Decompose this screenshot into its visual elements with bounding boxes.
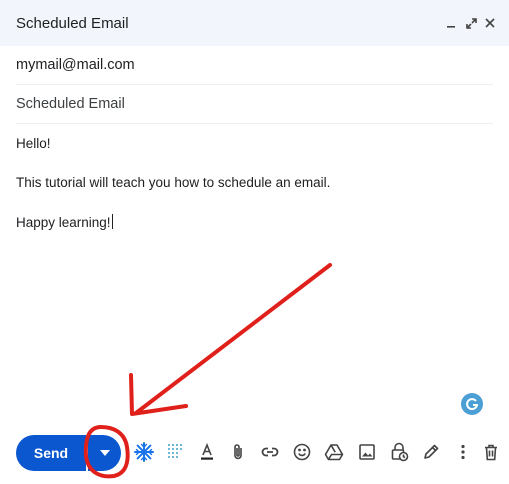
subject-field[interactable]: Scheduled Email (16, 85, 493, 124)
expand-icon[interactable] (461, 12, 481, 34)
body-line: This tutorial will teach you how to sche… (16, 175, 331, 190)
compose-header: Scheduled Email (0, 0, 509, 46)
to-field[interactable]: mymail@mail.com (16, 46, 493, 85)
close-icon[interactable] (480, 12, 500, 34)
to-value: mymail@mail.com (16, 57, 135, 73)
image-icon[interactable] (355, 440, 379, 464)
link-icon[interactable] (258, 440, 282, 464)
send-button[interactable]: Send (16, 435, 86, 471)
more-icon[interactable] (451, 440, 475, 464)
schedule-send-dropdown[interactable] (88, 435, 121, 471)
annotation-arrow-icon (134, 263, 332, 415)
attach-icon[interactable] (226, 440, 250, 464)
grammarly-icon[interactable] (461, 393, 483, 415)
emoji-icon[interactable] (290, 440, 314, 464)
text-cursor (111, 214, 113, 229)
dotted-square-icon[interactable] (164, 440, 188, 464)
annotation-arrowhead-icon (129, 373, 188, 416)
subject-value: Scheduled Email (16, 96, 125, 112)
trash-icon[interactable] (479, 440, 503, 464)
body-line: Hello! (16, 136, 51, 151)
body-line: Happy learning! (16, 215, 111, 230)
drive-icon[interactable] (322, 440, 346, 464)
pen-icon[interactable] (419, 440, 443, 464)
compose-title: Scheduled Email (16, 15, 129, 32)
minimize-icon[interactable] (441, 12, 461, 34)
lock-clock-icon[interactable] (387, 440, 411, 464)
text-color-icon[interactable] (195, 440, 219, 464)
snowflake-icon[interactable] (132, 440, 156, 464)
body-line-last: Happy learning! (16, 214, 113, 230)
caret-down-icon (99, 450, 110, 456)
